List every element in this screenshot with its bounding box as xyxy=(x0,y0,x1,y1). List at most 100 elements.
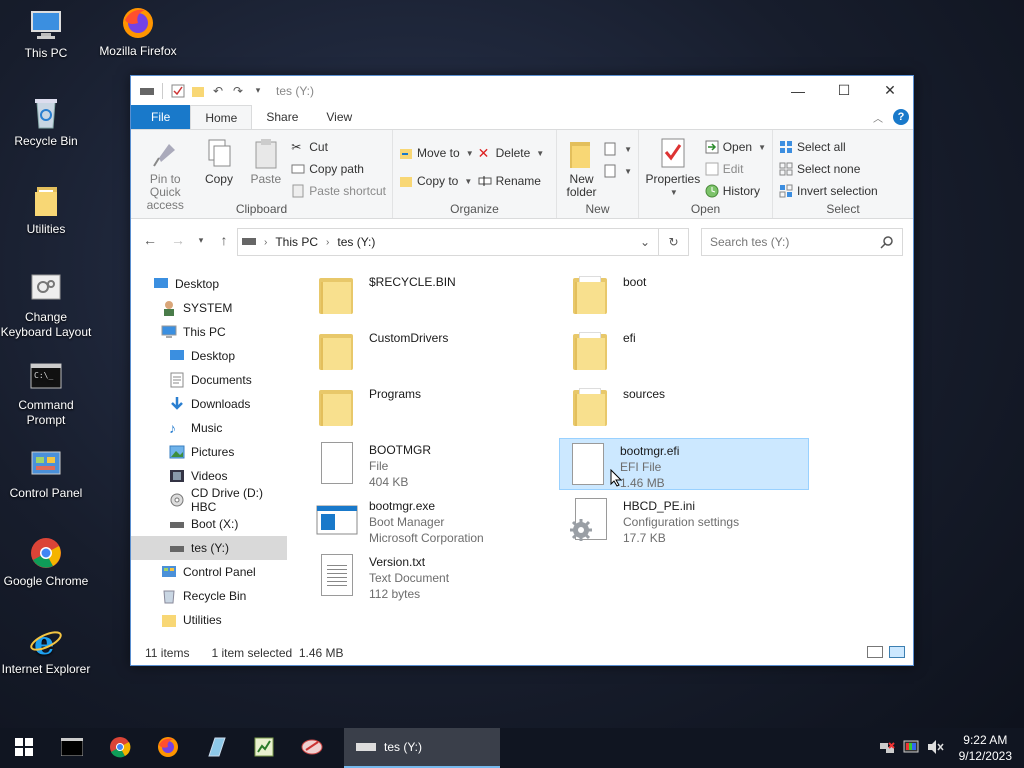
up-button[interactable]: ↑ xyxy=(213,232,235,248)
select-none-button[interactable]: Select none xyxy=(779,160,878,178)
desktop-icon-chrome[interactable]: Google Chrome xyxy=(0,536,92,589)
address-dropdown-icon[interactable]: ⌄ xyxy=(640,235,650,249)
file-item-hbcd-pe-ini[interactable]: HBCD_PE.ini Configuration settings 17.7 … xyxy=(563,494,813,546)
breadcrumb-this-pc[interactable]: This PC xyxy=(275,235,318,249)
clock[interactable]: 9:22 AM 9/12/2023 xyxy=(959,732,1012,764)
desktop-icon-control-panel[interactable]: Control Panel xyxy=(0,448,92,501)
select-all-button[interactable]: Select all xyxy=(779,138,878,156)
mouse-cursor-icon xyxy=(610,468,623,490)
tab-share[interactable]: Share xyxy=(252,105,312,129)
tab-file[interactable]: File xyxy=(131,105,191,129)
nav-item-downloads[interactable]: Downloads xyxy=(131,392,287,416)
tiles-view-button[interactable] xyxy=(889,646,905,658)
move-to-button[interactable]: Move to ▼ xyxy=(399,144,474,162)
maximize-button[interactable]: ☐ xyxy=(821,76,867,105)
redo-icon[interactable]: ↷ xyxy=(230,83,246,99)
paste-shortcut-button[interactable]: Paste shortcut xyxy=(291,182,386,200)
collapse-ribbon-icon[interactable]: ︿ xyxy=(873,110,883,125)
minimize-button[interactable]: — xyxy=(775,76,821,105)
nav-item-utilities[interactable]: Utilities xyxy=(131,608,287,632)
taskbar-app-2[interactable] xyxy=(240,728,288,768)
nav-item-videos[interactable]: Videos xyxy=(131,464,287,488)
folder-icon xyxy=(569,384,617,432)
nav-item-recycle-bin[interactable]: Recycle Bin xyxy=(131,584,287,608)
details-view-button[interactable] xyxy=(867,646,883,658)
file-item-bootmgr[interactable]: BOOTMGR File 404 KB xyxy=(309,438,559,490)
desktop-icon-command-prompt[interactable]: C:\_ Command Prompt xyxy=(0,360,92,428)
file-item-efi-folder[interactable]: efi xyxy=(563,326,813,378)
invert-selection-icon xyxy=(779,184,793,198)
delete-button[interactable]: ✕ Delete ▼ xyxy=(478,144,545,162)
desktop-icon-internet-explorer[interactable]: e Internet Explorer xyxy=(0,624,92,677)
taskbar-command-prompt[interactable] xyxy=(48,728,96,768)
nav-item-boot-drive[interactable]: Boot (X:) xyxy=(131,512,287,536)
edit-button[interactable]: Edit xyxy=(705,160,766,178)
nav-item-music[interactable]: ♪ Music xyxy=(131,416,287,440)
file-item-recycle-bin-folder[interactable]: $RECYCLE.BIN xyxy=(309,270,559,322)
taskbar-chrome[interactable] xyxy=(96,728,144,768)
file-item-boot-folder[interactable]: boot xyxy=(563,270,813,322)
invert-selection-button[interactable]: Invert selection xyxy=(779,182,878,200)
close-button[interactable]: ✕ xyxy=(867,76,913,105)
network-icon[interactable] xyxy=(879,739,895,758)
desktop-icon-utilities[interactable]: Utilities xyxy=(0,184,92,237)
file-item-bootmgr-efi[interactable]: bootmgr.efi EFI File 1.46 MB xyxy=(559,438,809,490)
history-button[interactable]: History xyxy=(705,182,766,200)
open-button[interactable]: Open ▼ xyxy=(705,138,766,156)
address-bar[interactable]: › This PC › tes (Y:) ⌄ xyxy=(237,228,659,256)
nav-item-this-pc-desktop[interactable]: Desktop xyxy=(131,344,287,368)
nav-item-control-panel[interactable]: Control Panel xyxy=(131,560,287,584)
rename-button[interactable]: Rename xyxy=(478,172,545,190)
recent-locations-button[interactable]: ▾ xyxy=(195,235,207,246)
taskbar-task-explorer[interactable]: tes (Y:) xyxy=(344,728,500,768)
help-icon[interactable]: ? xyxy=(893,109,909,125)
back-button[interactable]: ← xyxy=(139,232,161,248)
easy-access-button[interactable]: ▼ xyxy=(604,162,632,180)
copy-to-button[interactable]: Copy to ▼ xyxy=(399,172,474,190)
desktop-icon-change-keyboard-layout[interactable]: Change Keyboard Layout xyxy=(0,272,92,340)
file-item-version-txt[interactable]: Version.txt Text Document 112 bytes xyxy=(309,550,559,602)
properties-qat-icon[interactable] xyxy=(170,83,186,99)
taskbar-firefox[interactable] xyxy=(144,728,192,768)
forward-button[interactable]: → xyxy=(167,232,189,248)
desktop-icon-this-pc[interactable]: This PC xyxy=(0,8,92,61)
nav-item-tes-drive[interactable]: tes (Y:) xyxy=(131,536,287,560)
nav-item-documents[interactable]: Documents xyxy=(131,368,287,392)
nav-item-system[interactable]: SYSTEM xyxy=(131,296,287,320)
status-bar: 11 items 1 item selected 1.46 MB xyxy=(131,641,913,665)
refresh-button[interactable]: ↻ xyxy=(659,228,689,256)
tab-home[interactable]: Home xyxy=(190,105,253,129)
copy-path-button[interactable]: Copy path xyxy=(291,160,386,178)
undo-icon[interactable]: ↶ xyxy=(210,83,226,99)
internet-explorer-icon: e xyxy=(29,624,63,662)
cut-button[interactable]: ✂ Cut xyxy=(291,138,386,156)
new-folder-qat-icon[interactable] xyxy=(190,83,206,99)
file-text: efi xyxy=(623,326,636,378)
nav-item-cd-drive[interactable]: CD Drive (D:) HBC xyxy=(131,486,287,514)
customize-qat-icon[interactable]: ▾ xyxy=(250,83,266,99)
start-button[interactable] xyxy=(0,728,48,768)
search-input[interactable]: Search tes (Y:) xyxy=(701,228,903,256)
desktop-icon-label: Change Keyboard Layout xyxy=(0,310,92,339)
file-item-sources-folder[interactable]: sources xyxy=(563,382,813,434)
display-icon[interactable] xyxy=(903,739,919,758)
clock-time: 9:22 AM xyxy=(963,733,1008,747)
file-item-bootmgr-exe[interactable]: bootmgr.exe Boot Manager Microsoft Corpo… xyxy=(309,494,559,546)
desktop-icon-firefox[interactable]: Mozilla Firefox xyxy=(92,6,184,59)
breadcrumb-drive[interactable]: tes (Y:) xyxy=(337,235,375,249)
file-item-customdrivers-folder[interactable]: CustomDrivers xyxy=(309,326,559,378)
taskbar-app-3[interactable] xyxy=(288,728,336,768)
new-item-button[interactable]: ▼ xyxy=(604,140,632,158)
computer-icon xyxy=(29,8,63,42)
tab-view[interactable]: View xyxy=(312,105,366,129)
nav-item-desktop[interactable]: Desktop xyxy=(131,272,287,296)
pictures-icon xyxy=(169,444,185,460)
desktop-icon-recycle-bin[interactable]: Recycle Bin xyxy=(0,96,92,149)
clipboard-group-label: Clipboard xyxy=(235,202,288,216)
select-group-label: Select xyxy=(826,202,860,216)
volume-muted-icon[interactable] xyxy=(927,739,945,758)
nav-item-pictures[interactable]: Pictures xyxy=(131,440,287,464)
taskbar-app-1[interactable] xyxy=(192,728,240,768)
nav-item-this-pc[interactable]: This PC xyxy=(131,320,287,344)
file-item-programs-folder[interactable]: Programs xyxy=(309,382,559,434)
